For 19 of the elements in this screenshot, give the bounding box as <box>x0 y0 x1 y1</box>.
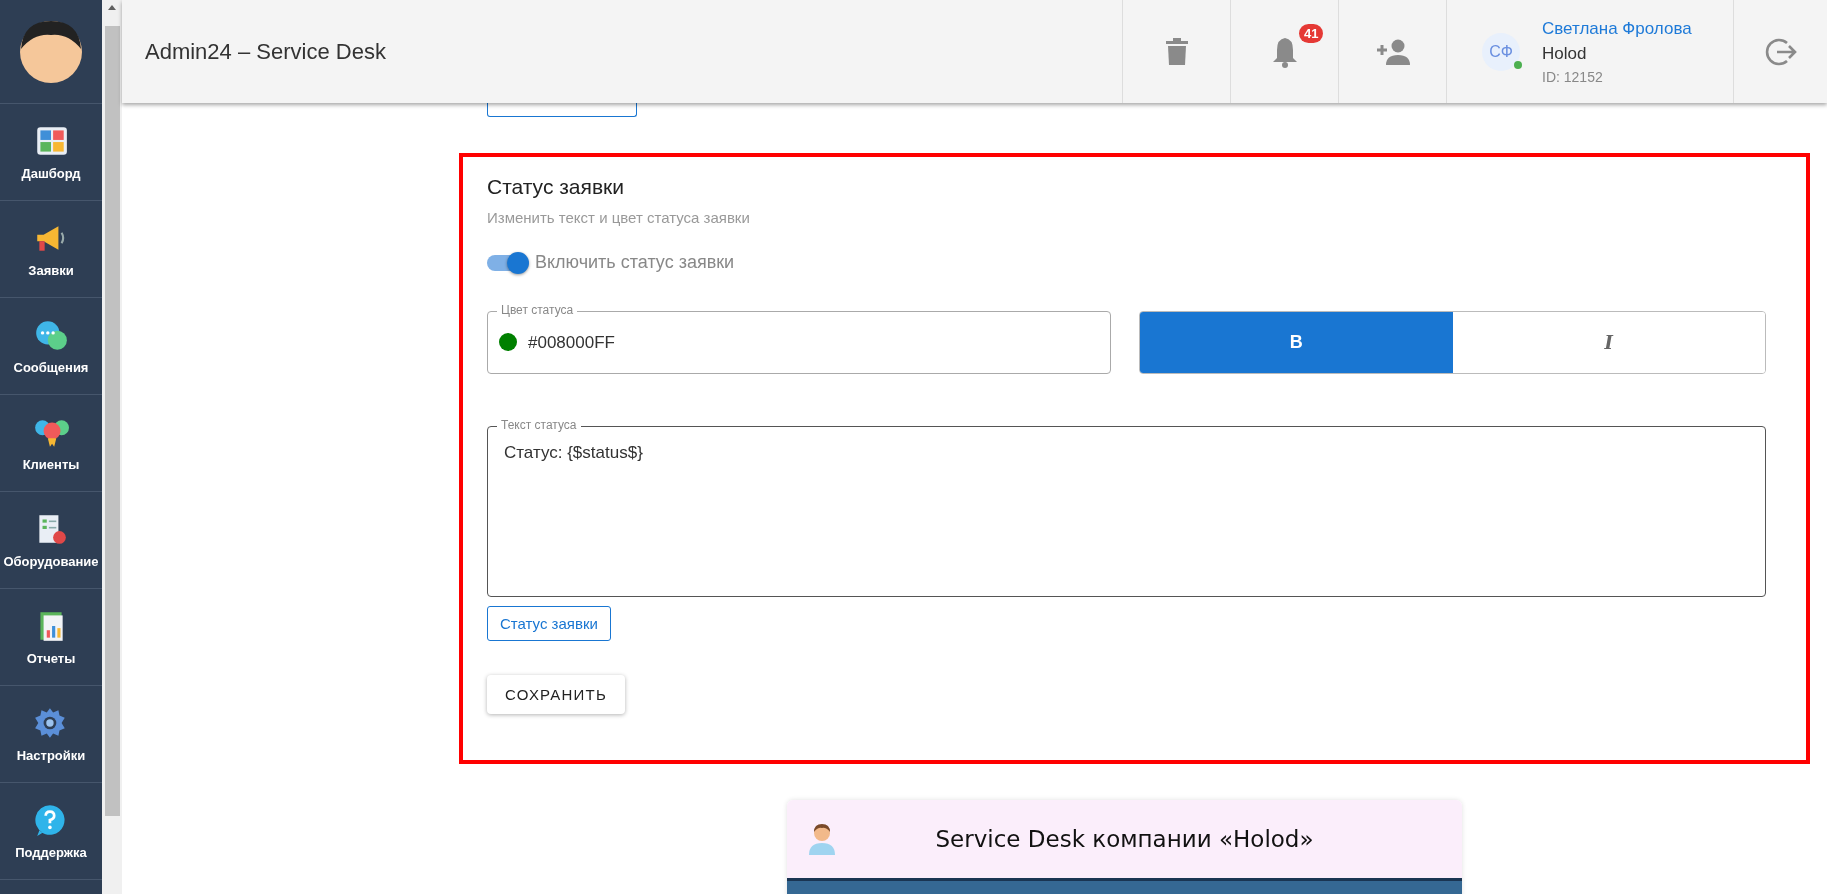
preview-title: Service Desk компании «Holod» <box>934 826 1315 852</box>
bold-button[interactable]: B <box>1140 312 1453 373</box>
field-label: Цвет статуса <box>497 303 578 317</box>
avatar-icon <box>18 18 84 85</box>
toggle-label: Включить статус заявки <box>535 252 735 273</box>
field-label: Текст статуса <box>497 418 581 432</box>
app-title: Admin24 – Service Desk <box>144 38 387 65</box>
user-name[interactable]: Светлана Фролова <box>1542 18 1692 39</box>
insert-variable-button[interactable]: Статус заявки <box>487 606 611 641</box>
button[interactable] <box>487 103 637 117</box>
section-subtitle: Изменить текст и цвет статуса заявки <box>487 209 751 226</box>
save-button[interactable]: СОХРАНИТЬ <box>487 675 625 714</box>
company-name: Holod <box>1542 43 1588 64</box>
user-id: ID: 12152 <box>1542 68 1604 85</box>
sidebar-item[interactable]: Дашборд <box>0 104 102 201</box>
section-title: Статус заявки <box>487 175 625 199</box>
scrollbar[interactable] <box>102 0 122 894</box>
support-agent-icon <box>807 823 837 855</box>
notification-badge: 41 <box>1299 24 1324 43</box>
